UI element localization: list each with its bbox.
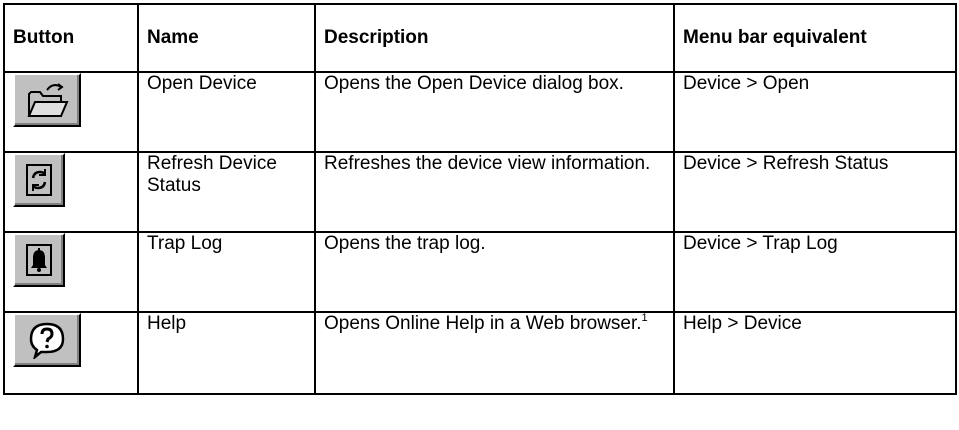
row-name: Open Device [137, 71, 316, 153]
header-row: Button Name Description Menu bar equival… [3, 3, 957, 73]
row-menu-equivalent: Help > Device [673, 311, 957, 395]
toolbar-buttons-table: Button Name Description Menu bar equival… [3, 3, 957, 395]
row-menu-equivalent: Device > Trap Log [673, 231, 957, 313]
row-name: Help [137, 311, 316, 395]
header-menu-equivalent: Menu bar equivalent [673, 3, 957, 73]
button-cell [3, 311, 139, 395]
footnote-marker: 1 [641, 312, 648, 324]
button-cell [3, 71, 139, 153]
button-cell [3, 151, 139, 233]
header-name: Name [137, 3, 316, 73]
row-description: Opens the trap log. [314, 231, 675, 313]
row-description: Refreshes the device view information. [314, 151, 675, 233]
open-device-button[interactable] [13, 73, 81, 127]
refresh-icon [26, 164, 52, 196]
open-folder-icon [27, 83, 69, 117]
row-menu-equivalent: Device > Open [673, 71, 957, 153]
table-row: Help Opens Online Help in a Web browser.… [3, 311, 957, 395]
row-name: Refresh Device Status [137, 151, 316, 233]
button-cell [3, 231, 139, 313]
row-menu-equivalent: Device > Refresh Status [673, 151, 957, 233]
help-button[interactable] [13, 313, 81, 367]
header-description: Description [314, 3, 675, 73]
table-row: Refresh Device Status Refreshes the devi… [3, 151, 957, 233]
row-description: Opens the Open Device dialog box. [314, 71, 675, 153]
trap-log-button[interactable] [13, 233, 65, 287]
row-description: Opens Online Help in a Web browser.1 [314, 311, 675, 395]
table-row: Trap Log Opens the trap log. Device > Tr… [3, 231, 957, 313]
row-name: Trap Log [137, 231, 316, 313]
bell-icon [26, 244, 52, 276]
table-row: Open Device Opens the Open Device dialog… [3, 71, 957, 153]
header-button: Button [3, 3, 139, 73]
row-description-text: Opens Online Help in a Web browser. [324, 313, 642, 334]
refresh-device-status-button[interactable] [13, 153, 65, 207]
help-question-icon [29, 322, 65, 359]
